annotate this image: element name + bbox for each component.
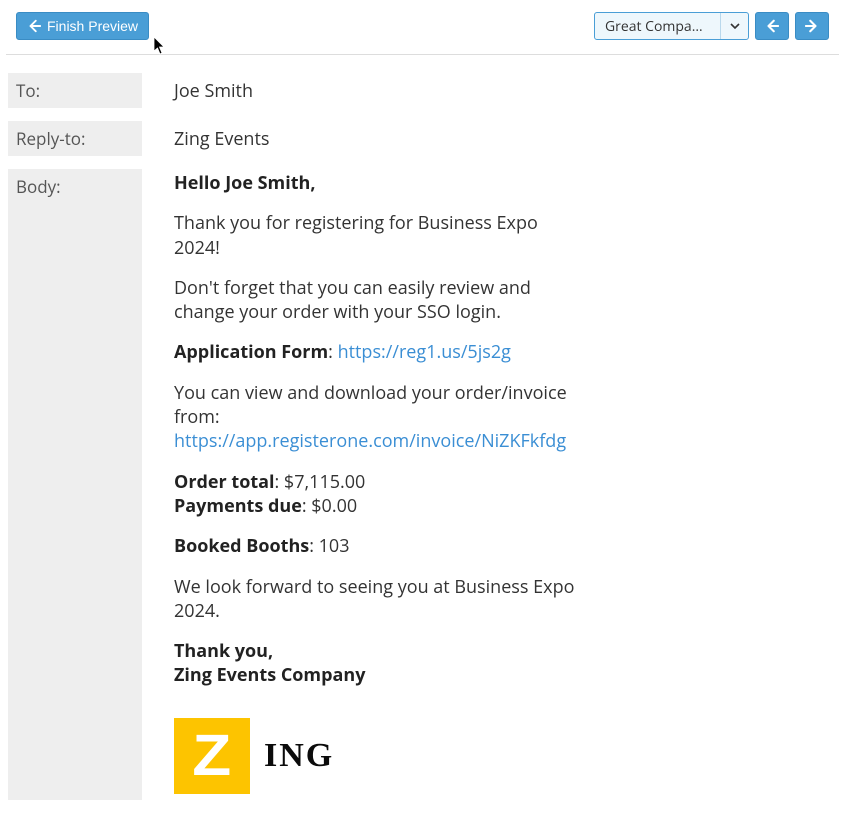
arrow-left-icon [27,19,41,33]
sso-note: Don't forget that you can easily review … [174,276,582,325]
booked-line: Booked Booths: 103 [174,534,582,558]
signoff-2: Zing Events Company [174,663,365,687]
finish-preview-label: Finish Preview [47,18,138,34]
body-label: Body: [8,169,142,800]
arrow-right-icon [805,19,819,33]
to-value: Joe Smith [142,73,253,109]
body-content: Hello Joe Smith, Thank you for registeri… [142,169,582,800]
body-row: Body: Hello Joe Smith, Thank you for reg… [8,169,837,800]
zing-logo-text: ING [264,737,334,775]
greeting: Hello Joe Smith, [174,171,316,195]
app-form-sep: : [328,340,337,364]
logo-row: Z ING [174,718,582,794]
zing-logo-mark: Z [174,718,250,794]
application-form-line: Application Form: https://reg1.us/5js2g [174,340,582,364]
closing-line: We look forward to seeing you at Busines… [174,575,582,624]
order-total-value: : $7,115.00 [275,470,366,494]
invoice-link[interactable]: https://app.registerone.com/invoice/NiZK… [174,429,566,453]
reply-to-value: Zing Events [142,121,269,157]
invoice-line: You can view and download your order/inv… [174,381,582,454]
payments-due-value: : $0.00 [302,494,357,518]
arrow-left-icon [765,19,779,33]
app-form-label: Application Form [174,340,328,364]
signoff-1: Thank you, [174,639,273,663]
to-row: To: Joe Smith [8,73,837,109]
reply-to-label: Reply-to: [8,121,142,156]
toolbar-left: Finish Preview [16,12,149,40]
booked-value: : 103 [309,534,349,558]
totals-line: Order total: $7,115.00 Payments due: $0.… [174,470,582,519]
next-button[interactable] [795,12,829,40]
toolbar-right: Great Compan… [594,12,829,40]
prev-button[interactable] [755,12,789,40]
booked-label: Booked Booths [174,534,309,558]
company-dropdown[interactable]: Great Compan… [594,12,749,40]
app-form-link[interactable]: https://reg1.us/5js2g [338,340,511,364]
reply-to-row: Reply-to: Zing Events [8,121,837,157]
toolbar: Finish Preview Great Compan… [6,0,839,55]
signoff: Thank you, Zing Events Company [174,639,582,688]
z-glyph-icon: Z [193,727,232,785]
order-total-label: Order total [174,470,275,494]
email-preview: To: Joe Smith Reply-to: Zing Events Body… [0,55,845,840]
thanks-line: Thank you for registering for Business E… [174,211,582,260]
caret-down-icon [730,23,740,29]
finish-preview-button[interactable]: Finish Preview [16,12,149,40]
invoice-intro: You can view and download your order/inv… [174,381,567,429]
dropdown-caret[interactable] [720,13,748,39]
payments-due-label: Payments due [174,494,302,518]
dropdown-selected-label: Great Compan… [595,17,720,36]
to-label: To: [8,73,142,108]
